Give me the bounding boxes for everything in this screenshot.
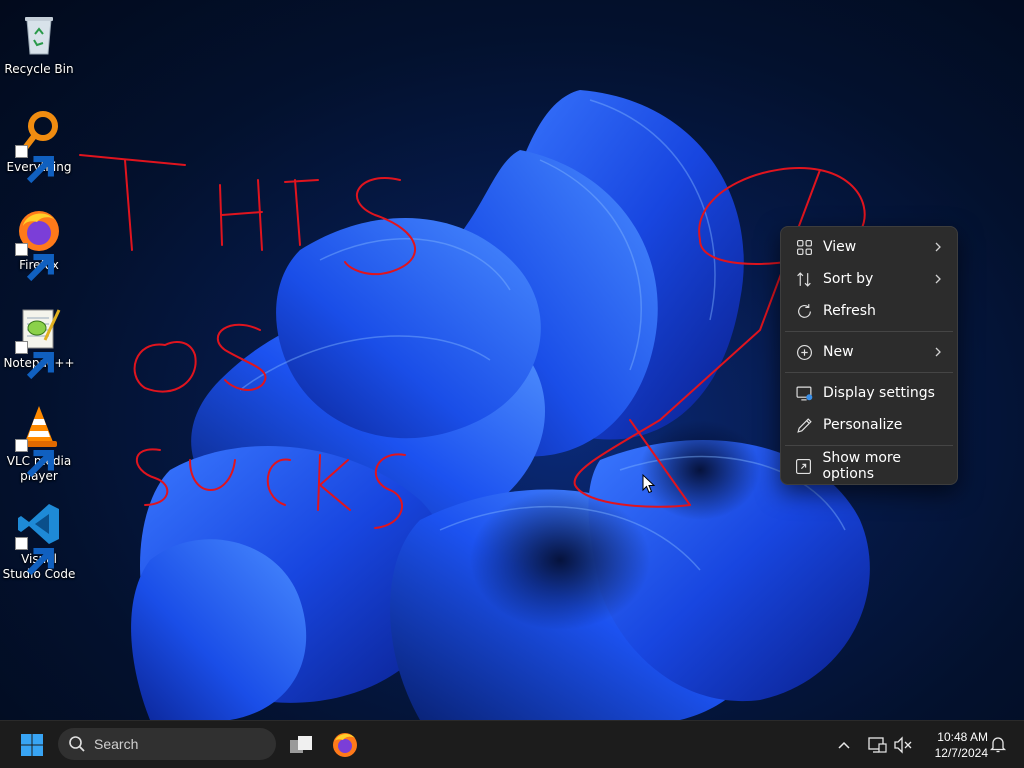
menu-item-label: Sort by xyxy=(823,271,874,287)
sort-icon xyxy=(795,270,813,288)
vlc-icon xyxy=(15,402,63,478)
network-icon[interactable] xyxy=(866,734,888,756)
pen-icon xyxy=(795,416,813,434)
menu-item-display-settings[interactable]: Display settings xyxy=(785,377,953,409)
menu-item-label: Show more options xyxy=(822,450,901,482)
desktop-icon-firefox[interactable]: Firefox xyxy=(0,200,78,282)
notepad-plus-plus-icon xyxy=(15,304,63,380)
notification-bell-icon[interactable] xyxy=(988,734,1008,754)
recycle-bin-icon xyxy=(15,10,63,58)
show-more-options-icon xyxy=(795,457,812,475)
desktop-icon-vscode[interactable]: Visual Studio Code xyxy=(0,494,78,582)
shortcut-arrow-icon xyxy=(15,439,54,478)
menu-item-label: Display settings xyxy=(823,385,935,401)
menu-separator xyxy=(785,331,953,332)
taskbar-search-box[interactable]: Search xyxy=(58,728,276,760)
firefox-icon xyxy=(333,733,357,757)
grid-view-icon xyxy=(795,238,813,256)
vscode-icon xyxy=(15,500,63,576)
desktop-icon-label: Recycle Bin xyxy=(4,62,74,76)
task-view-button[interactable] xyxy=(286,731,316,759)
show-hidden-icons-chevron-icon[interactable] xyxy=(834,735,854,755)
desktop-icon-recycle-bin[interactable]: Recycle Bin xyxy=(0,4,78,77)
clock-date: 12/7/2024 xyxy=(934,746,988,760)
menu-item-label: Refresh xyxy=(823,303,876,319)
taskbar-clock[interactable]: 10:48 AM 12/7/2024 xyxy=(918,729,988,761)
menu-item-personalize[interactable]: Personalize xyxy=(785,409,953,441)
search-placeholder: Search xyxy=(94,736,139,752)
menu-item-new[interactable]: New xyxy=(785,336,953,368)
firefox-icon xyxy=(15,206,63,282)
taskbar-firefox-button[interactable] xyxy=(330,729,360,759)
shortcut-arrow-icon xyxy=(15,243,54,282)
display-settings-icon xyxy=(795,384,813,402)
menu-item-label: View xyxy=(823,239,857,255)
refresh-icon xyxy=(795,302,813,320)
menu-separator xyxy=(785,445,953,446)
desktop-icon-vlc[interactable]: VLC media player xyxy=(0,396,78,484)
task-view-icon xyxy=(290,736,312,753)
menu-item-refresh[interactable]: Refresh xyxy=(785,295,953,327)
menu-separator xyxy=(785,372,953,373)
chevron-right-icon xyxy=(935,242,941,252)
menu-item-view[interactable]: View xyxy=(785,231,953,263)
windows-logo-icon xyxy=(21,734,43,756)
search-icon xyxy=(69,736,85,752)
shortcut-arrow-icon xyxy=(15,145,54,184)
start-button[interactable] xyxy=(14,731,50,759)
mouse-cursor-icon xyxy=(642,473,656,494)
menu-item-sort-by[interactable]: Sort by xyxy=(785,263,953,295)
menu-item-label: New xyxy=(823,344,854,360)
desktop-context-menu: View Sort by Refresh New Display setting… xyxy=(780,226,958,485)
desktop-icon-notepad-plus-plus[interactable]: Notepad++ xyxy=(0,298,78,380)
shortcut-arrow-icon xyxy=(15,341,54,380)
menu-item-label: Personalize xyxy=(823,417,903,433)
plus-circle-icon xyxy=(795,343,813,361)
everything-search-icon xyxy=(15,108,63,184)
desktop-icon-everything[interactable]: Everything xyxy=(0,102,78,184)
volume-muted-icon[interactable] xyxy=(892,734,914,756)
shortcut-arrow-icon xyxy=(15,537,54,576)
chevron-right-icon xyxy=(935,347,941,357)
clock-time: 10:48 AM xyxy=(937,730,988,744)
taskbar: Search 10:48 AM 12/7/2024 xyxy=(0,720,1024,768)
chevron-right-icon xyxy=(935,274,941,284)
menu-item-show-more-options[interactable]: Show more options xyxy=(785,450,953,482)
